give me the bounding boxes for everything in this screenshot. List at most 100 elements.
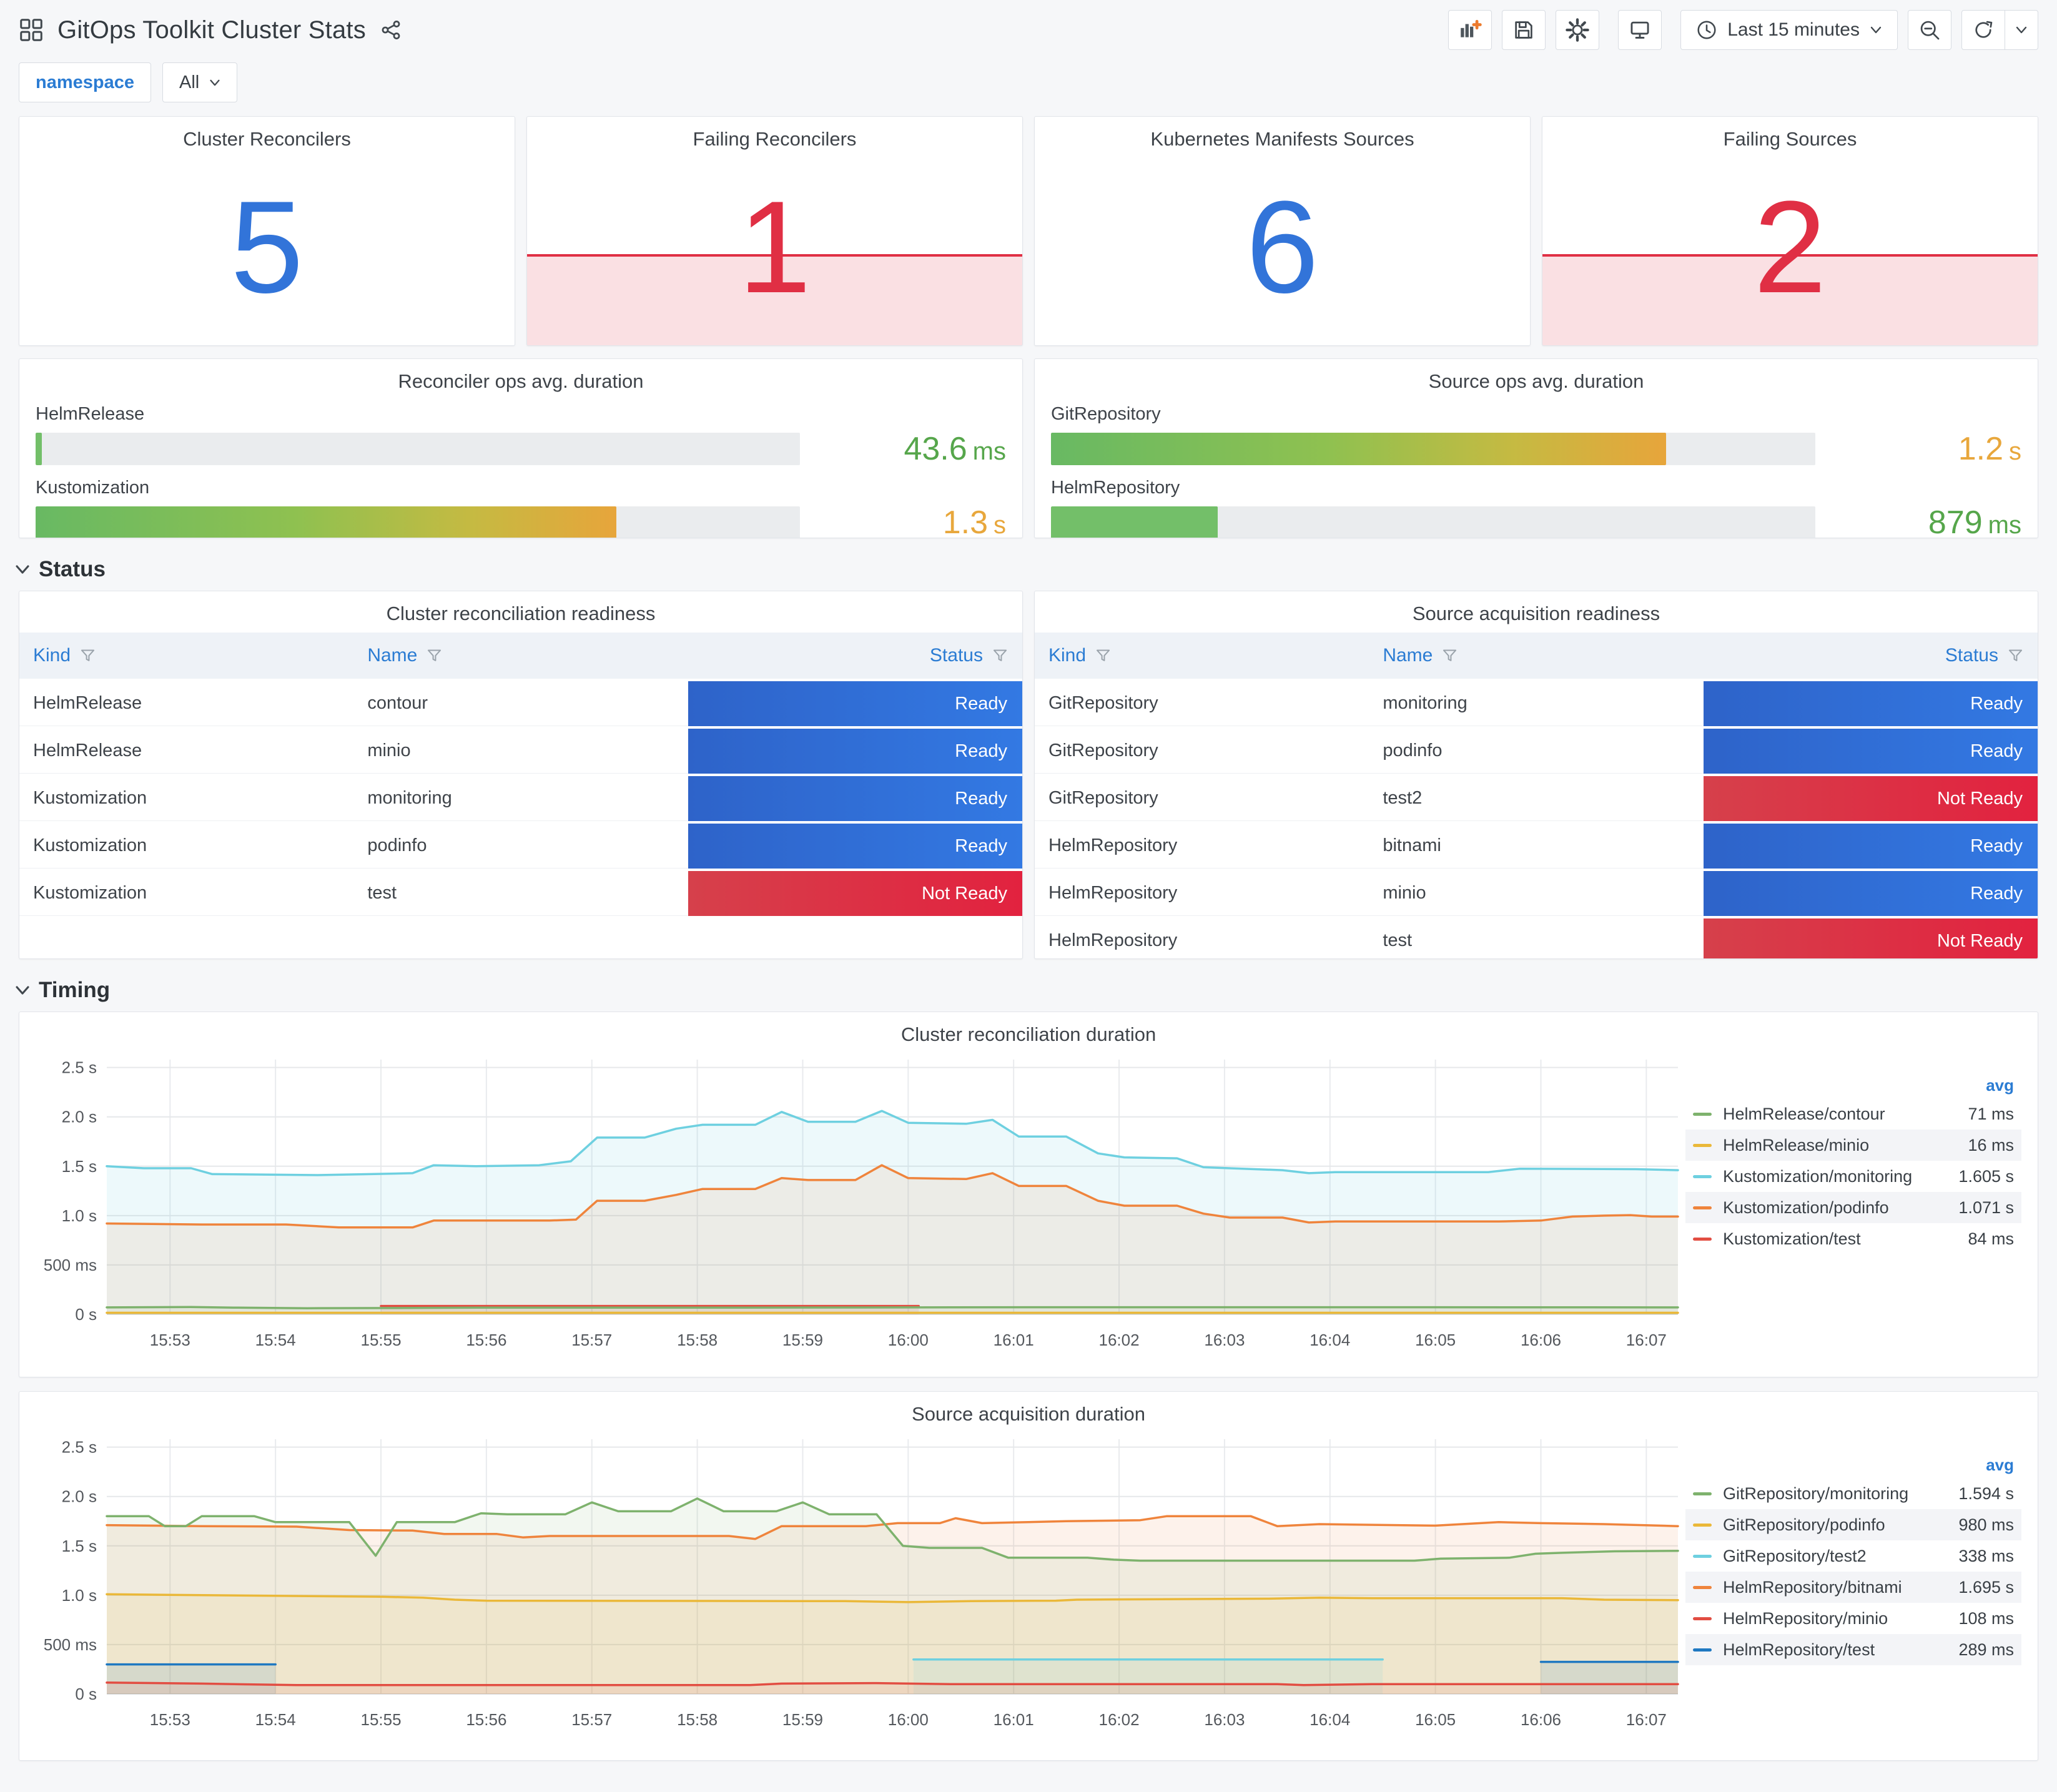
table-row: HelmRelease contour Ready <box>19 681 1022 726</box>
filter-funnel-icon[interactable] <box>2007 647 2024 664</box>
cell-name: test <box>353 871 688 916</box>
gauge-row-kustomization: Kustomization 1.3 s <box>36 478 1006 538</box>
legend-item[interactable]: Kustomization/monitoring 1.605 s <box>1685 1161 2021 1192</box>
legend-item[interactable]: GitRepository/monitoring 1.594 s <box>1685 1478 2021 1509</box>
column-header-label: Status <box>929 645 983 666</box>
legend-series-name: HelmRepository/minio <box>1723 1608 1888 1628</box>
column-header-kind[interactable]: Kind <box>1035 645 1369 666</box>
table-row: GitRepository test2 Not Ready <box>1035 776 2038 821</box>
panel-title: Source acquisition duration <box>912 1403 1145 1425</box>
dashboard-settings-button[interactable] <box>1556 10 1600 50</box>
filter-funnel-icon[interactable] <box>79 647 96 664</box>
gauge-label: Kustomization <box>36 478 150 498</box>
cell-kind: HelmRepository <box>1035 824 1369 869</box>
svg-text:16:01: 16:01 <box>994 1331 1034 1349</box>
cell-status: Not Ready <box>1703 918 2038 958</box>
time-range-picker[interactable]: Last 15 minutes <box>1680 10 1898 50</box>
refresh-interval-dropdown[interactable] <box>2005 11 2038 49</box>
legend-series-dash <box>1693 1237 1712 1241</box>
legend-series-name: HelmRepository/test <box>1723 1640 1875 1659</box>
add-panel-button[interactable] <box>1448 10 1492 50</box>
cell-kind: HelmRelease <box>19 681 354 726</box>
gauge-body: GitRepository 1.2 s HelmRepository 879 ms <box>1035 393 2038 538</box>
svg-text:16:06: 16:06 <box>1521 1331 1561 1349</box>
legend-item[interactable]: HelmRepository/bitnami 1.695 s <box>1685 1572 2021 1603</box>
time-series-plot[interactable]: 0 s 500 ms 1.0 s 1.5 s 2.0 s 2.5 s 15:53 15:54 1… <box>24 1047 1685 1359</box>
cycle-view-mode-button[interactable] <box>1618 10 1662 50</box>
cell-name: test <box>1369 918 1703 958</box>
variables-bar: namespace All <box>0 54 2057 102</box>
legend-series-avg: 1.605 s <box>1958 1166 2014 1186</box>
svg-text:16:01: 16:01 <box>994 1710 1034 1729</box>
apps-grid-icon[interactable] <box>19 17 44 42</box>
table-row: Kustomization podinfo Ready <box>19 824 1022 869</box>
legend-series-dash <box>1693 1648 1712 1652</box>
legend-series-name: HelmRelease/minio <box>1723 1135 1870 1154</box>
legend-series-dash <box>1693 1174 1712 1178</box>
gauge-track <box>36 506 800 538</box>
legend-item[interactable]: GitRepository/podinfo 980 ms <box>1685 1509 2021 1540</box>
cell-name: minio <box>1369 871 1704 916</box>
filter-funnel-icon[interactable] <box>1441 647 1458 664</box>
gauge-row-gitrepository: GitRepository 1.2 s <box>1051 404 2021 468</box>
variable-namespace-value-dropdown[interactable]: All <box>162 62 238 102</box>
dashboard-toolbar: Last 15 minutes <box>1448 10 2038 50</box>
time-series-plot[interactable]: 0 s 500 ms 1.0 s 1.5 s 2.0 s 2.5 s 15:53 15:54 1… <box>24 1427 1685 1739</box>
legend-item[interactable]: GitRepository/test2 338 ms <box>1685 1540 2021 1572</box>
cell-status: Ready <box>688 681 1022 726</box>
legend-item[interactable]: Kustomization/podinfo 1.071 s <box>1685 1192 2021 1223</box>
table-header-row: Kind Name Status <box>1035 633 2038 679</box>
gauge-value: 1.2 s <box>1958 431 2021 467</box>
filter-funnel-icon[interactable] <box>1095 647 1112 664</box>
legend-item[interactable]: HelmRelease/contour 71 ms <box>1685 1098 2021 1130</box>
zoom-out-button[interactable] <box>1908 10 1951 50</box>
stat-value: 6 <box>1246 173 1319 320</box>
legend-avg-header[interactable]: avg <box>1685 1072 2021 1098</box>
svg-text:16:06: 16:06 <box>1521 1710 1561 1729</box>
column-header-name[interactable]: Name <box>1369 645 1703 666</box>
column-header-name[interactable]: Name <box>353 645 688 666</box>
svg-text:15:55: 15:55 <box>360 1710 401 1729</box>
legend-series-name: HelmRelease/contour <box>1723 1104 1885 1123</box>
table-row: HelmRepository minio Ready <box>1035 871 2038 916</box>
section-status[interactable]: Status <box>15 557 2038 582</box>
gauge-fill <box>36 433 42 465</box>
gauge-fill <box>1051 506 1218 538</box>
cell-status: Not Ready <box>688 871 1022 916</box>
legend-item[interactable]: HelmRepository/minio 108 ms <box>1685 1603 2021 1634</box>
filter-funnel-icon[interactable] <box>426 647 443 664</box>
legend-item[interactable]: Kustomization/test 84 ms <box>1685 1223 2021 1254</box>
legend-item[interactable]: HelmRepository/test 289 ms <box>1685 1634 2021 1665</box>
column-header-status[interactable]: Status <box>1704 645 2038 666</box>
share-dashboard-icon[interactable] <box>380 19 402 41</box>
column-header-status[interactable]: Status <box>688 645 1022 666</box>
column-header-label: Status <box>1945 645 1998 666</box>
cell-kind: GitRepository <box>1035 681 1369 726</box>
legend-series-avg: 980 ms <box>1958 1515 2014 1534</box>
legend-avg-header[interactable]: avg <box>1685 1452 2021 1478</box>
svg-text:16:02: 16:02 <box>1099 1331 1140 1349</box>
stat-value: 1 <box>738 173 811 320</box>
gauge-track <box>1051 506 1815 538</box>
cell-kind: HelmRepository <box>1035 918 1369 958</box>
filter-funnel-icon[interactable] <box>992 647 1009 664</box>
save-dashboard-button[interactable] <box>1502 10 1546 50</box>
panel-title: Failing Sources <box>1723 128 1857 150</box>
column-header-kind[interactable]: Kind <box>19 645 353 666</box>
legend-item[interactable]: HelmRelease/minio 16 ms <box>1685 1130 2021 1161</box>
gauge-value: 43.6 ms <box>904 431 1006 467</box>
table-header-row: Kind Name Status <box>19 633 1022 679</box>
cell-status: Ready <box>688 824 1022 869</box>
cell-kind: GitRepository <box>1035 776 1369 821</box>
svg-text:1.0 s: 1.0 s <box>62 1206 97 1225</box>
section-timing[interactable]: Timing <box>15 978 2038 1003</box>
cell-kind: Kustomization <box>19 871 354 916</box>
legend-series-name: GitRepository/podinfo <box>1723 1515 1885 1534</box>
svg-text:15:58: 15:58 <box>677 1710 718 1729</box>
table-row: Kustomization test Not Ready <box>19 871 1022 916</box>
legend-series-avg: 71 ms <box>1968 1104 2014 1123</box>
svg-text:16:04: 16:04 <box>1310 1710 1350 1729</box>
refresh-button[interactable] <box>1962 11 2005 49</box>
gauge-fill <box>36 506 617 538</box>
stat-panel-1: Cluster Reconcilers 5 <box>19 116 515 346</box>
